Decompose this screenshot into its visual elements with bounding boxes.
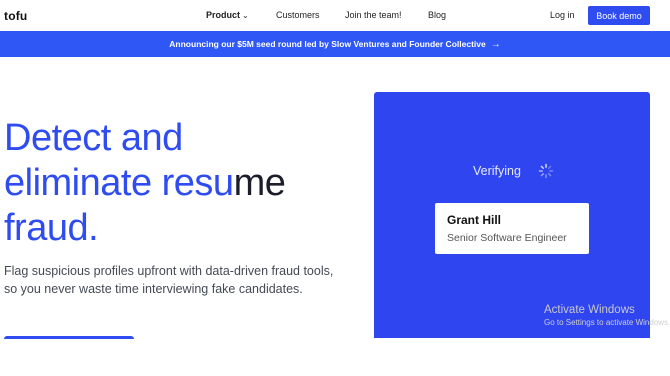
arrow-right-icon: → (490, 38, 501, 50)
nav-join-link[interactable]: Join the team! (345, 10, 402, 20)
candidate-name: Grant Hill (447, 213, 502, 227)
nav-blog-link[interactable]: Blog (428, 10, 446, 20)
tofu-logo[interactable]: tofu (4, 9, 27, 23)
chevron-down-icon: ⌄ (242, 11, 249, 20)
nav-product-menu[interactable]: Product ⌄ (206, 10, 249, 20)
verification-demo-panel: Verifying Grant Hill Senior Software Eng… (374, 92, 650, 338)
headline-line-2-blue: eliminate resu (4, 162, 234, 204)
hero-subtext: Flag suspicious profiles upfront with da… (4, 264, 334, 296)
candidate-card: Grant Hill Senior Software Engineer (435, 203, 589, 254)
top-navbar: tofu Product ⌄ Customers Join the team! B… (0, 0, 670, 31)
login-link[interactable]: Log in (550, 10, 575, 20)
headline-line-3: fraud. (4, 207, 99, 249)
announcement-banner[interactable]: Announcing our $5M seed round led by Slo… (0, 31, 670, 57)
headline-line-2-dark: me (233, 162, 286, 204)
hero-headline: Detect and eliminate resume fraud. (4, 116, 364, 251)
announcement-text: Announcing our $5M seed round led by Slo… (169, 39, 486, 49)
nav-customers-link[interactable]: Customers (276, 10, 320, 20)
nav-product-label: Product (206, 10, 241, 20)
candidate-role: Senior Software Engineer (447, 232, 567, 244)
verifying-status: Verifying (473, 164, 521, 178)
book-demo-button[interactable]: Book demo (588, 6, 650, 25)
hero-cta-button[interactable] (4, 336, 134, 339)
headline-line-1: Detect and (4, 117, 183, 159)
loading-spinner-icon (538, 163, 554, 179)
